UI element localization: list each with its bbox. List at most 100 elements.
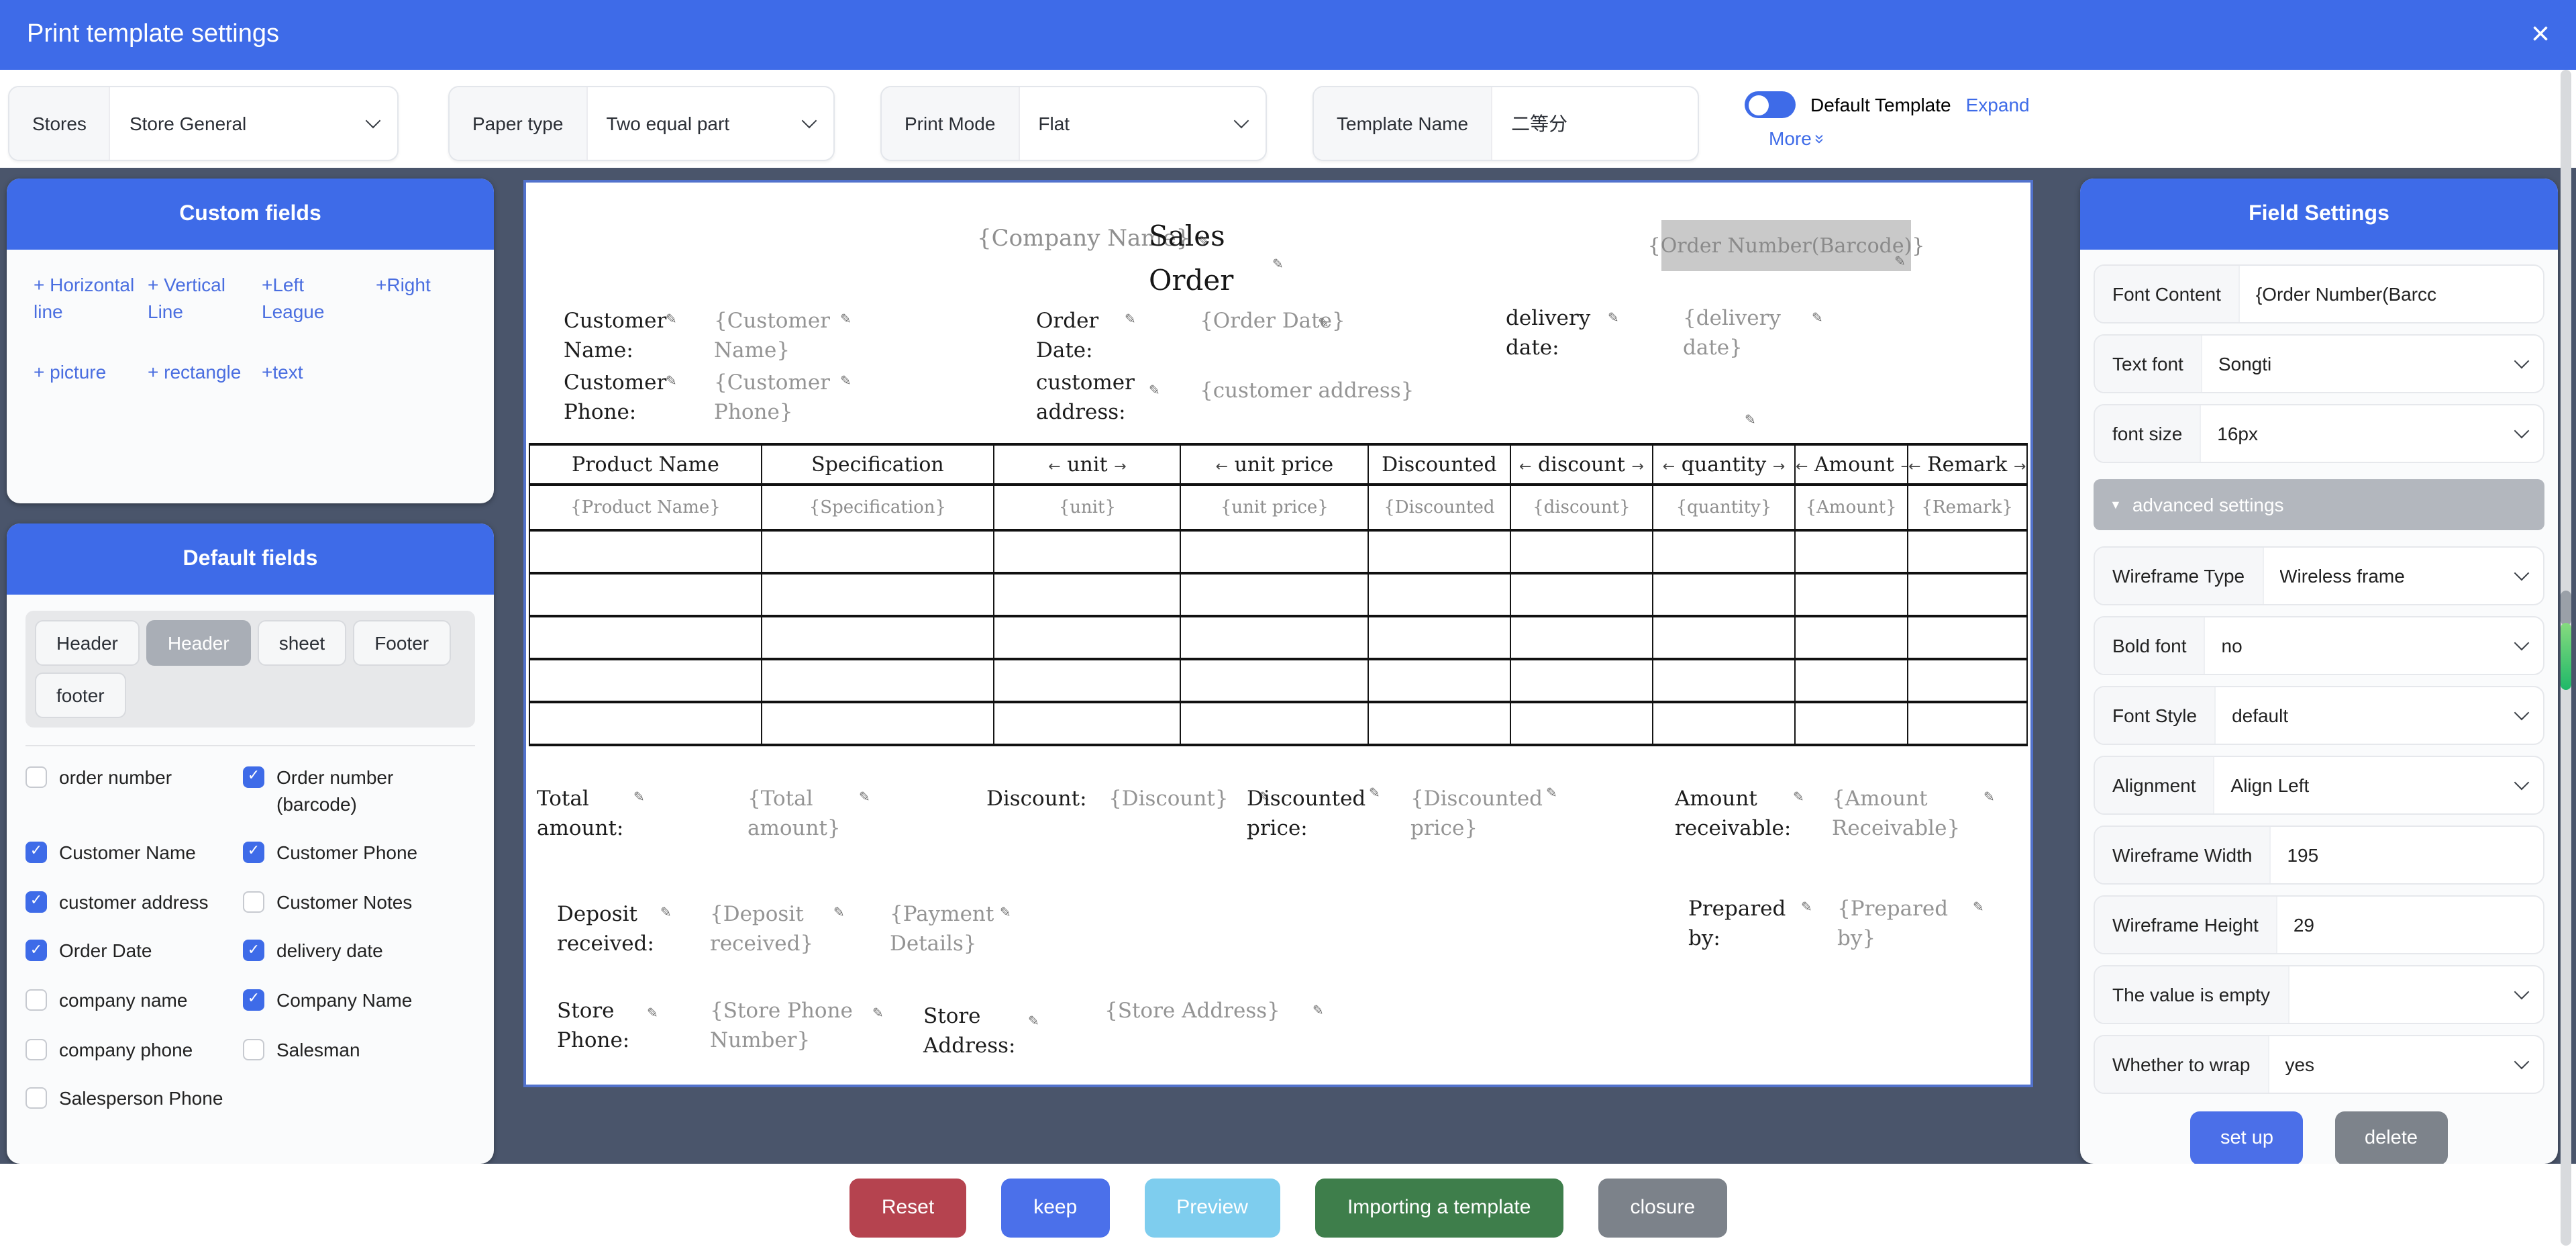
table-placeholder-cell[interactable]: {quantity}: [1653, 485, 1795, 530]
setting-select[interactable]: yes: [2269, 1036, 2543, 1093]
table-empty-cell[interactable]: [994, 659, 1181, 702]
store-address-value[interactable]: {Store Address}: [1104, 996, 1280, 1026]
custom-field-item[interactable]: +Right: [376, 271, 467, 326]
table-empty-cell[interactable]: [1368, 530, 1510, 573]
table-empty-cell[interactable]: [1907, 616, 2027, 659]
setting-input[interactable]: 29: [2277, 897, 2543, 953]
checkbox-checked-icon[interactable]: ✓: [243, 842, 264, 863]
table-empty-cell[interactable]: [529, 530, 762, 573]
field-checkbox-item[interactable]: ✓Order number (barcode): [243, 765, 475, 817]
table-empty-cell[interactable]: [529, 573, 762, 616]
checkbox-checked-icon[interactable]: ✓: [243, 766, 264, 788]
checkbox-unchecked-icon[interactable]: [25, 766, 47, 788]
table-column-header[interactable]: ← quantity →: [1653, 444, 1795, 485]
table-empty-cell[interactable]: [1795, 530, 1907, 573]
checkbox-unchecked-icon[interactable]: [25, 989, 47, 1011]
default-template-toggle[interactable]: [1745, 91, 1796, 118]
field-checkbox-item[interactable]: Salesman: [243, 1037, 475, 1063]
prepared-by-label[interactable]: Prepared by:: [1688, 894, 1804, 954]
table-empty-cell[interactable]: [994, 702, 1181, 745]
table-empty-cell[interactable]: [1181, 616, 1368, 659]
table-empty-cell[interactable]: [762, 616, 994, 659]
table-placeholder-cell[interactable]: {unit}: [994, 485, 1181, 530]
closure-button[interactable]: closure: [1598, 1178, 1727, 1237]
setting-input[interactable]: 195: [2271, 827, 2543, 883]
table-empty-cell[interactable]: [1368, 573, 1510, 616]
table-column-header[interactable]: ← Amount →: [1795, 444, 1907, 485]
total-amount-label[interactable]: Total amount:: [537, 784, 633, 844]
table-placeholder-cell[interactable]: {Amount}: [1795, 485, 1907, 530]
table-empty-cell[interactable]: [1907, 573, 2027, 616]
discount-value[interactable]: {Discount}: [1109, 784, 1229, 814]
table-empty-cell[interactable]: [529, 702, 762, 745]
setting-select[interactable]: default: [2216, 687, 2543, 744]
table-empty-cell[interactable]: [1653, 616, 1795, 659]
line-items-table[interactable]: Product NameSpecification← unit →← unit …: [529, 443, 2028, 746]
table-empty-cell[interactable]: [1795, 702, 1907, 745]
table-empty-cell[interactable]: [1510, 659, 1653, 702]
table-empty-cell[interactable]: [1653, 659, 1795, 702]
customer-phone-value[interactable]: {Customer Phone}: [714, 368, 840, 428]
table-empty-cell[interactable]: [1510, 616, 1653, 659]
checkbox-checked-icon[interactable]: ✓: [25, 891, 47, 913]
template-name-field[interactable]: Template Name 二等分: [1312, 86, 1699, 161]
document-title[interactable]: Sales Order: [1149, 215, 1251, 302]
set-up-button[interactable]: set up: [2191, 1111, 2303, 1164]
table-empty-cell[interactable]: [1653, 530, 1795, 573]
template-preview-paper[interactable]: {Company Name} ✎ Sales Order ✎ {Order Nu…: [523, 180, 2033, 1087]
delivery-date-value[interactable]: {delivery date}: [1683, 303, 1812, 364]
table-column-header[interactable]: ← discount →: [1510, 444, 1653, 485]
scrollbar-thumb[interactable]: [2561, 591, 2571, 626]
custom-field-item[interactable]: +Left League: [262, 271, 376, 326]
discount-label[interactable]: Discount:: [986, 784, 1087, 814]
field-checkbox-item[interactable]: Salesperson Phone: [25, 1086, 229, 1112]
field-checkbox-item[interactable]: ✓Customer Phone: [243, 840, 475, 866]
table-empty-cell[interactable]: [762, 702, 994, 745]
customer-address-label[interactable]: customer address:: [1036, 368, 1151, 428]
field-checkbox-item[interactable]: order number: [25, 765, 229, 817]
delivery-date-label[interactable]: delivery date:: [1506, 303, 1608, 364]
more-link[interactable]: More«: [1769, 128, 1822, 149]
table-empty-cell[interactable]: [1510, 530, 1653, 573]
table-empty-cell[interactable]: [1368, 616, 1510, 659]
table-empty-cell[interactable]: [1653, 702, 1795, 745]
table-empty-cell[interactable]: [529, 659, 762, 702]
tab-header[interactable]: Header: [35, 620, 140, 666]
table-empty-cell[interactable]: [1368, 659, 1510, 702]
table-empty-cell[interactable]: [1907, 702, 2027, 745]
custom-field-item[interactable]: + Vertical Line: [148, 271, 262, 326]
table-column-header[interactable]: ← unit →: [994, 444, 1181, 485]
table-empty-cell[interactable]: [1181, 573, 1368, 616]
deposit-received-value[interactable]: {Deposit received}: [710, 899, 833, 960]
table-placeholder-cell[interactable]: {Discounted: [1368, 485, 1510, 530]
field-checkbox-item[interactable]: Customer Notes: [243, 890, 475, 916]
checkbox-unchecked-icon[interactable]: [243, 891, 264, 913]
amount-receivable-value[interactable]: {Amount Receivable}: [1832, 784, 1982, 844]
stores-select[interactable]: Stores Store General: [8, 86, 399, 161]
table-empty-cell[interactable]: [1795, 616, 1907, 659]
table-empty-cell[interactable]: [1795, 659, 1907, 702]
setting-select[interactable]: Songti: [2202, 336, 2543, 392]
table-empty-cell[interactable]: [1368, 702, 1510, 745]
table-empty-cell[interactable]: [762, 659, 994, 702]
discounted-price-value[interactable]: {Discounted price}: [1410, 784, 1553, 844]
table-empty-cell[interactable]: [1795, 573, 1907, 616]
custom-field-item[interactable]: + rectangle: [148, 358, 262, 385]
tab-sheet[interactable]: sheet: [258, 620, 347, 666]
table-column-header[interactable]: ← Remark →: [1907, 444, 2027, 485]
table-empty-cell[interactable]: [994, 530, 1181, 573]
page-scrollbar[interactable]: [2561, 70, 2571, 1246]
advanced-settings-toggle[interactable]: ▼advanced settings: [2094, 479, 2544, 530]
table-placeholder-cell[interactable]: {Product Name}: [529, 485, 762, 530]
table-placeholder-cell[interactable]: {Remark}: [1907, 485, 2027, 530]
print-mode-select[interactable]: Print Mode Flat: [880, 86, 1267, 161]
close-icon[interactable]: ×: [2531, 19, 2550, 51]
setting-select[interactable]: [2289, 966, 2543, 1023]
store-address-label[interactable]: Store Address:: [923, 1001, 1028, 1062]
table-empty-cell[interactable]: [1181, 659, 1368, 702]
checkbox-checked-icon[interactable]: ✓: [243, 989, 264, 1011]
store-phone-value[interactable]: {Store Phone Number}: [710, 996, 874, 1056]
checkbox-unchecked-icon[interactable]: [25, 1087, 47, 1109]
setting-select[interactable]: no: [2206, 617, 2543, 674]
table-empty-cell[interactable]: [1181, 530, 1368, 573]
